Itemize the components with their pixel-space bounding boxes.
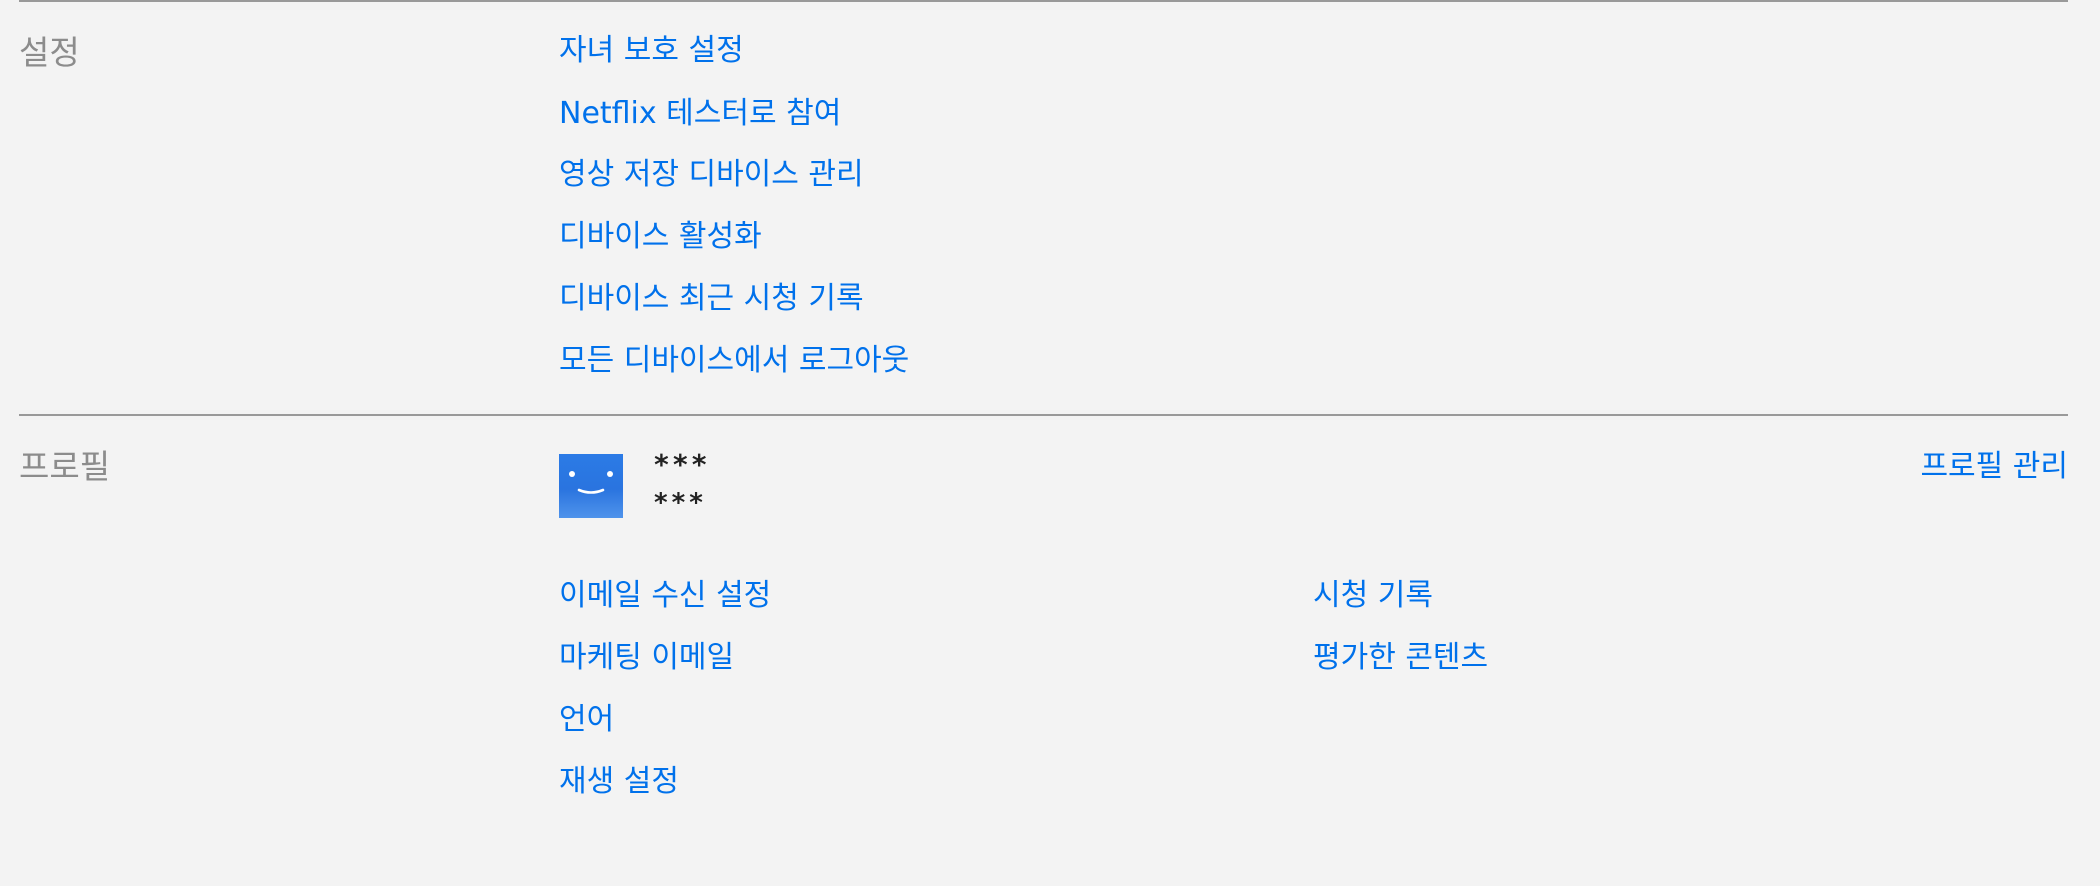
- settings-section-label: 설정: [19, 33, 80, 72]
- profile-section-label: 프로필: [19, 447, 111, 486]
- ratings-link[interactable]: 평가한 콘텐츠: [1313, 638, 1488, 678]
- manage-download-devices-link[interactable]: 영상 저장 디바이스 관리: [559, 155, 864, 195]
- manage-profiles-link[interactable]: 프로필 관리: [1920, 447, 2068, 487]
- recent-device-streaming-link[interactable]: 디바이스 최근 시청 기록: [559, 279, 864, 319]
- email-preferences-link[interactable]: 이메일 수신 설정: [559, 576, 771, 616]
- profile-name: ***: [653, 448, 710, 481]
- activate-device-link[interactable]: 디바이스 활성화: [559, 217, 762, 257]
- smiley-profile-icon: [559, 454, 623, 518]
- playback-settings-link[interactable]: 재생 설정: [559, 762, 679, 802]
- sign-out-all-devices-link[interactable]: 모든 디바이스에서 로그아웃: [559, 341, 909, 381]
- section-divider: [19, 414, 2068, 416]
- marketing-email-link[interactable]: 마케팅 이메일: [559, 638, 734, 678]
- profile-detail: ***: [653, 488, 706, 518]
- top-divider: [19, 0, 2068, 2]
- test-participation-link[interactable]: Netflix 테스터로 참여: [559, 94, 841, 134]
- viewing-activity-link[interactable]: 시청 기록: [1313, 576, 1433, 616]
- language-link[interactable]: 언어: [559, 700, 614, 740]
- parental-controls-link[interactable]: 자녀 보호 설정: [559, 31, 744, 71]
